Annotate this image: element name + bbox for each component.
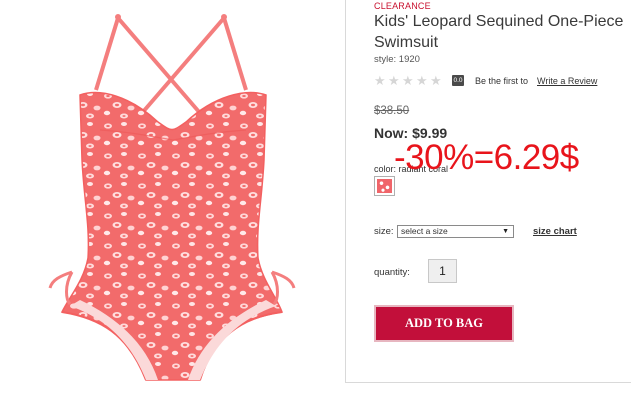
size-select-value: select a size [401, 226, 448, 236]
write-review-link[interactable]: Write a Review [537, 76, 597, 86]
style-number: style: 1920 [374, 54, 420, 65]
star-icon: ★ [388, 73, 400, 88]
color-swatch-radiant-coral[interactable] [374, 176, 395, 196]
rating-badge: 0.0 [452, 75, 464, 86]
star-icon: ★ [402, 73, 414, 88]
size-chart-link[interactable]: size chart [533, 226, 577, 237]
section-divider [345, 382, 631, 383]
star-icon: ★ [374, 73, 386, 88]
quantity-input[interactable]: 1 [428, 259, 457, 283]
product-image [0, 0, 345, 404]
discount-overlay-text: -30%=6.29$ [394, 138, 579, 177]
quantity-label: quantity: [374, 267, 410, 278]
add-to-bag-button[interactable]: ADD TO BAG [374, 305, 514, 342]
star-rating[interactable]: ★ ★ ★ ★ ★ [374, 74, 444, 87]
star-icon: ★ [430, 73, 442, 88]
chevron-down-icon: ▼ [502, 228, 509, 235]
product-title: Kids' Leopard Sequined One-Piece Swimsui… [374, 13, 624, 51]
swimsuit-illustration [48, 14, 296, 381]
review-prompt: Be the first to [475, 76, 529, 86]
star-icon: ★ [416, 73, 428, 88]
size-label: size: [374, 226, 394, 237]
clearance-tag: CLEARANCE [374, 1, 431, 11]
column-divider [345, 0, 346, 382]
swatch-pattern [377, 179, 392, 193]
size-select[interactable]: select a size ▼ [397, 225, 514, 238]
original-price: $38.50 [374, 105, 410, 117]
